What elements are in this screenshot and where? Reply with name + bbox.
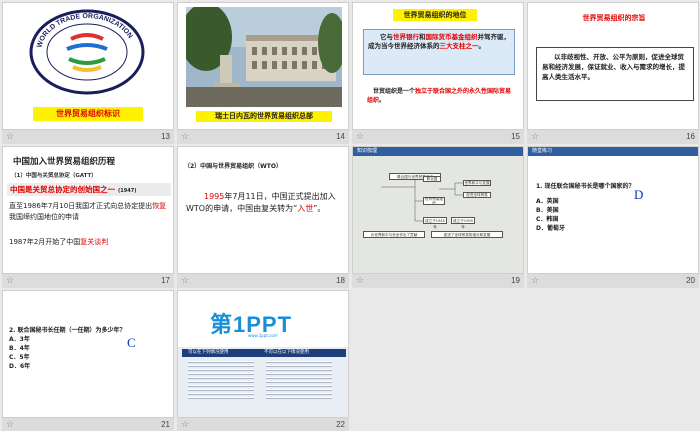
slide-18[interactable]: （2）中国与世界贸易组织（WTO） 1995年7月11日，中国正式提出加入WTO… xyxy=(177,146,349,288)
resumption-line: 直至1986年7月10日我国才正式向总协定提出恢复我国缔约国地位的申请 xyxy=(9,202,167,221)
slide-16[interactable]: 世界贸易组织的宗旨 以非歧视性、开放、公平为原则，促进全球贸易和经济发展，保证就… xyxy=(527,2,699,144)
map-node: 促进了全球贸易的增长和发展 xyxy=(431,231,503,238)
question-text: 2. 联合国秘书长任期（一任期）为多少年？ xyxy=(9,327,126,334)
slide-number: 15 xyxy=(511,132,520,141)
map-node: 成立于1945年 xyxy=(423,217,447,229)
slide-title: 世界贸易组织的宗旨 xyxy=(582,14,646,22)
mind-map: 联合国与世界贸易组织 联合国 世界贸易组织 世界和平与发展 促进全球贸易 成立于… xyxy=(359,173,519,245)
option: D．6年 xyxy=(9,363,31,370)
map-node: 促进全球贸易 xyxy=(463,192,491,198)
slide-13[interactable]: WORLD TRADE ORGANIZATION 世界贸易组织标识 ☆ 13 xyxy=(2,2,174,144)
negotiation-line: 1987年2月开始了中国复关谈判 xyxy=(9,238,109,246)
slide-thumbnail[interactable]: 瑞士日内瓦的世界贸易组织总部 xyxy=(177,2,349,130)
purpose-box: 以非歧视性、开放、公平为原则，促进全球贸易和经济发展，保证就业、收入与需求的增长… xyxy=(536,47,694,101)
map-node: 成立于1995年 xyxy=(451,217,475,229)
slide-number: 17 xyxy=(161,276,170,285)
info-text-right xyxy=(266,361,332,401)
slide-header: 随堂练习 xyxy=(532,148,553,154)
slide-thumbnail[interactable]: 第1PPT www.1ppt.com 可以在下列情况使用 不可以在以下情况使用 xyxy=(177,290,349,418)
slide-thumbnail[interactable]: 随堂练习 1. 现任联合国秘书长是哪个国家的？ D A．英国 B．美国 C．韩国… xyxy=(527,146,699,274)
slide-thumbnail[interactable]: 世界贸易组织的地位 它与世界银行和国际货币基金组织并驾齐驱，成为当今世界经济体系… xyxy=(352,2,524,130)
option: D．葡萄牙 xyxy=(536,225,565,232)
options-list: A．3年 B．4年 C．5年 D．6年 xyxy=(9,335,30,371)
map-node: 世界和平与发展 xyxy=(463,180,491,186)
answer-letter: C xyxy=(127,335,136,350)
slide-19[interactable]: 知识梳理 联合国与世界贸易组织 联合国 世界贸易组织 世界和平与发展 促进全球贸… xyxy=(352,146,524,288)
star-icon[interactable]: ☆ xyxy=(181,274,189,288)
headquarters-photo xyxy=(180,3,346,107)
founder-line: 中国是关贸总协定的创始国之一 (1947) xyxy=(7,183,171,196)
map-node: 世界贸易组织 xyxy=(423,197,445,205)
star-icon[interactable]: ☆ xyxy=(531,130,539,144)
star-icon[interactable]: ☆ xyxy=(181,130,189,144)
star-icon[interactable]: ☆ xyxy=(6,130,14,144)
answer-letter: D xyxy=(634,187,644,202)
slide-header: 知识梳理 xyxy=(357,148,378,154)
option: C．5年 xyxy=(9,354,30,361)
slide-number: 19 xyxy=(511,276,520,285)
slide-17[interactable]: 中国加入世界贸易组织历程 （1）中国与关贸总协定（GATT） 中国是关贸总协定的… xyxy=(2,146,174,288)
slide-number: 13 xyxy=(161,132,170,141)
slide-subtitle: （2）中国与世界贸易组织（WTO） xyxy=(184,163,282,170)
slide-title: 世界贸易组织的地位 xyxy=(393,9,477,21)
independence-note: 世贸组织是一个独立于联合国之外的永久性国际贸易组织。 xyxy=(367,88,512,104)
options-list: A．英国 B．美国 C．韩国 D．葡萄牙 xyxy=(536,197,565,233)
map-node: 为世界和平与安全作出了贡献 xyxy=(363,231,425,238)
slide-thumbnail[interactable]: WORLD TRADE ORGANIZATION 世界贸易组织标识 xyxy=(2,2,174,130)
slide-number: 14 xyxy=(336,132,345,141)
question-text: 1. 现任联合国秘书长是哪个国家的？ xyxy=(536,183,635,190)
slide-thumbnail[interactable]: 知识梳理 联合国与世界贸易组织 联合国 世界贸易组织 世界和平与发展 促进全球贸… xyxy=(352,146,524,274)
star-icon[interactable]: ☆ xyxy=(181,418,189,431)
slide-number: 20 xyxy=(686,276,695,285)
slide-thumbnail[interactable]: （2）中国与世界贸易组织（WTO） 1995年7月11日，中国正式提出加入WTO… xyxy=(177,146,349,274)
slide-caption: 世界贸易组织标识 xyxy=(33,107,143,121)
brand-url: www.1ppt.com xyxy=(248,333,278,338)
slide-number: 21 xyxy=(161,420,170,429)
option: B．4年 xyxy=(9,345,30,352)
slide-20[interactable]: 随堂练习 1. 现任联合国秘书长是哪个国家的？ D A．英国 B．美国 C．韩国… xyxy=(527,146,699,288)
slide-title: 中国加入世界贸易组织历程 xyxy=(13,157,116,167)
slide-22[interactable]: 第1PPT www.1ppt.com 可以在下列情况使用 不可以在以下情况使用 … xyxy=(177,290,349,431)
slide-thumbnail[interactable]: 中国加入世界贸易组织历程 （1）中国与关贸总协定（GATT） 中国是关贸总协定的… xyxy=(2,146,174,274)
star-icon[interactable]: ☆ xyxy=(6,274,14,288)
option: B．美国 xyxy=(536,207,559,214)
map-node: 联合国 xyxy=(423,176,441,182)
link-usage-allowed[interactable]: 可以在下列情况使用 xyxy=(188,350,229,356)
slide-subtitle: （1）中国与关贸总协定（GATT） xyxy=(11,173,97,179)
star-icon[interactable]: ☆ xyxy=(531,274,539,288)
info-text-left xyxy=(188,361,254,401)
slide-15[interactable]: 世界贸易组织的地位 它与世界银行和国际货币基金组织并驾齐驱，成为当今世界经济体系… xyxy=(352,2,524,144)
slide-thumbnail[interactable]: 世界贸易组织的宗旨 以非歧视性、开放、公平为原则，促进全球贸易和经济发展，保证就… xyxy=(527,2,699,130)
star-icon[interactable]: ☆ xyxy=(6,418,14,431)
option: A．3年 xyxy=(9,336,30,343)
star-icon[interactable]: ☆ xyxy=(356,130,364,144)
position-box: 它与世界银行和国际货币基金组织并驾齐驱，成为当今世界经济体系的三大支柱之一。 xyxy=(363,29,515,75)
option: C．韩国 xyxy=(536,216,559,223)
star-icon[interactable]: ☆ xyxy=(356,274,364,288)
info-panel: 可以在下列情况使用 不可以在以下情况使用 xyxy=(178,347,348,417)
slide-14[interactable]: 瑞士日内瓦的世界贸易组织总部 ☆ 14 xyxy=(177,2,349,144)
wto-logo: WORLD TRADE ORGANIZATION xyxy=(27,9,147,95)
link-usage-denied[interactable]: 不可以在以下情况使用 xyxy=(264,350,309,356)
slide-thumbnail[interactable]: 2. 联合国秘书长任期（一任期）为多少年？ C A．3年 B．4年 C．5年 D… xyxy=(2,290,174,418)
slide-number: 22 xyxy=(336,420,345,429)
header-bar xyxy=(353,147,523,156)
slide-21[interactable]: 2. 联合国秘书长任期（一任期）为多少年？ C A．3年 B．4年 C．5年 D… xyxy=(2,290,174,431)
option: A．英国 xyxy=(536,198,559,205)
application-text: 1995年7月11日，中国正式提出加入WTO的申请，中国由复关转为“入世”。 xyxy=(186,192,336,213)
slide-number: 18 xyxy=(336,276,345,285)
slide-number: 16 xyxy=(686,132,695,141)
header-bar xyxy=(528,147,698,156)
slide-caption: 瑞士日内瓦的世界贸易组织总部 xyxy=(196,111,332,122)
